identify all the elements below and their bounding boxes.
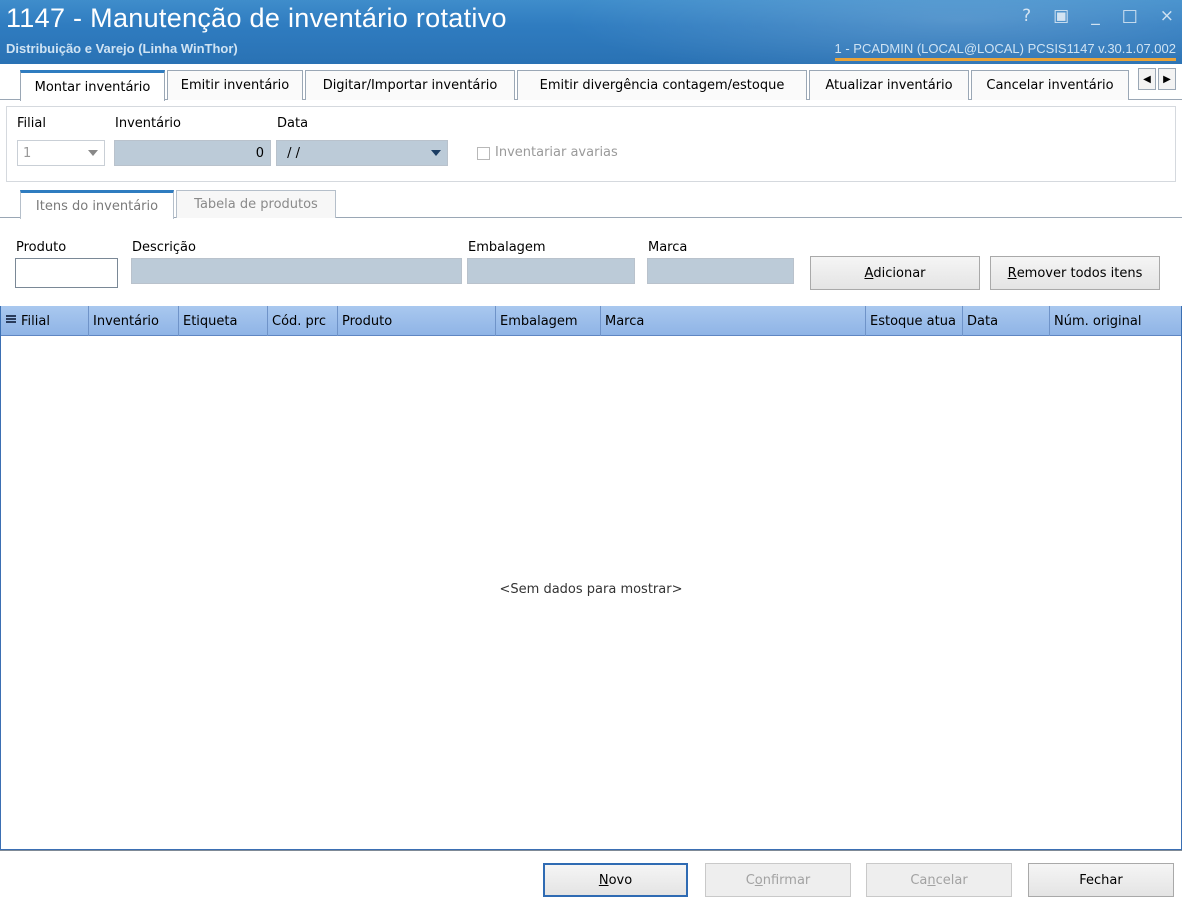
restore-icon[interactable]: ▣ (1053, 6, 1069, 26)
filial-label: Filial (17, 116, 46, 131)
tab-digitar-importar[interactable]: Digitar/Importar inventário (305, 70, 515, 100)
confirmar-pre: C (745, 872, 755, 888)
item-entry-panel: Produto Descrição Embalagem Marca Adicio… (6, 226, 1176, 298)
window-controls: ? ▣ _ □ × (1022, 6, 1174, 26)
minimize-icon[interactable]: _ (1091, 6, 1100, 26)
tab-scroll-left-icon[interactable]: ◀ (1138, 68, 1156, 90)
help-icon[interactable]: ? (1022, 6, 1031, 26)
items-grid[interactable]: Filial Inventário Etiqueta Cód. prc Prod… (0, 306, 1182, 850)
user-info-accent (834, 58, 1176, 61)
avarias-label: Inventariar avarias (495, 145, 618, 160)
chevron-down-icon[interactable] (431, 150, 441, 156)
remove-button-accel: R (1007, 265, 1017, 281)
embalagem-field (467, 258, 635, 284)
add-button[interactable]: Adicionar (810, 256, 980, 290)
column-chooser-icon[interactable] (6, 315, 16, 327)
column-inventario[interactable]: Inventário (89, 306, 179, 336)
descricao-field (131, 258, 462, 284)
chevron-down-icon (88, 150, 98, 156)
fechar-button[interactable]: Fechar (1028, 863, 1174, 897)
column-filial-label: Filial (21, 313, 50, 329)
remove-button-label: emover todos itens (1016, 265, 1143, 281)
grid-empty-message: <Sem dados para mostrar> (499, 582, 683, 597)
marca-field (647, 258, 794, 284)
cancelar-button[interactable]: Ca n celar (866, 863, 1012, 897)
novo-button[interactable]: Novo (543, 863, 688, 897)
confirmar-button[interactable]: Co nfirmar (705, 863, 851, 897)
cancelar-accel: n (927, 872, 936, 888)
grid-header: Filial Inventário Etiqueta Cód. prc Prod… (1, 306, 1181, 336)
descricao-label: Descrição (132, 240, 196, 255)
data-label: Data (277, 116, 309, 131)
avarias-checkbox[interactable] (477, 147, 490, 160)
inventario-value: 0 (255, 145, 264, 161)
marca-label: Marca (648, 240, 688, 255)
column-cod-produto[interactable]: Cód. prc (268, 306, 338, 336)
user-info: 1 - PCADMIN (LOCAL@LOCAL) PCSIS1147 v.30… (834, 41, 1176, 61)
tab-emitir-inventario[interactable]: Emitir inventário (167, 70, 303, 100)
tab-scroll-right-icon[interactable]: ▶ (1158, 68, 1176, 90)
subtab-itens-inventario[interactable]: Itens do inventário (20, 190, 174, 219)
produto-input[interactable] (15, 258, 118, 288)
column-estoque-atual[interactable]: Estoque atua (866, 306, 963, 336)
inventario-label: Inventário (115, 116, 181, 131)
embalagem-label: Embalagem (468, 240, 546, 255)
confirmar-label: nfirmar (762, 872, 811, 888)
header-panel: Filial 1 Inventário 0 Data / / Inventari… (6, 106, 1176, 182)
novo-accel: N (598, 872, 609, 888)
confirmar-accel: o (754, 872, 763, 888)
sub-tabs: Itens do inventário Tabela de produtos (0, 186, 1182, 219)
add-button-label: dicionar (873, 265, 926, 281)
filial-value: 1 (23, 145, 32, 161)
close-icon[interactable]: × (1160, 6, 1174, 26)
data-field[interactable]: / / (276, 140, 448, 166)
tab-montar-inventario[interactable]: Montar inventário (20, 70, 165, 101)
filial-select[interactable]: 1 (17, 140, 105, 166)
column-embalagem[interactable]: Embalagem (496, 306, 601, 336)
column-etiqueta[interactable]: Etiqueta (179, 306, 268, 336)
add-button-accel: A (864, 265, 874, 281)
novo-label: ovo (608, 872, 633, 888)
remove-all-button[interactable]: Remover todos itens (990, 256, 1160, 290)
window-title: 1147 - Manutenção de inventário rotativo (6, 3, 507, 33)
inventario-field[interactable]: 0 (114, 140, 271, 166)
column-num-original[interactable]: Núm. original (1050, 306, 1181, 336)
column-data[interactable]: Data (963, 306, 1050, 336)
data-value: / / (283, 145, 301, 161)
tab-cancelar-inventario[interactable]: Cancelar inventário (971, 70, 1129, 100)
column-marca[interactable]: Marca (601, 306, 866, 336)
column-produto[interactable]: Produto (338, 306, 496, 336)
column-filial[interactable]: Filial (1, 306, 89, 336)
window-subtitle: Distribuição e Varejo (Linha WinThor) (6, 41, 238, 56)
tab-atualizar-inventario[interactable]: Atualizar inventário (809, 70, 969, 100)
user-info-text: 1 - PCADMIN (LOCAL@LOCAL) PCSIS1147 v.30… (834, 41, 1176, 56)
main-tabs: Montar inventário Emitir inventário Digi… (0, 64, 1182, 101)
subtab-tabela-produtos[interactable]: Tabela de produtos (176, 190, 336, 218)
cancelar-pre: Ca (910, 872, 928, 888)
title-bar: 1147 - Manutenção de inventário rotativo… (0, 0, 1182, 64)
footer-bar: Novo Co nfirmar Ca n celar Fechar (0, 850, 1182, 903)
cancelar-label: celar (935, 872, 968, 888)
tab-emitir-divergencia[interactable]: Emitir divergência contagem/estoque (517, 70, 807, 100)
maximize-icon[interactable]: □ (1122, 6, 1138, 26)
produto-label: Produto (16, 240, 67, 255)
